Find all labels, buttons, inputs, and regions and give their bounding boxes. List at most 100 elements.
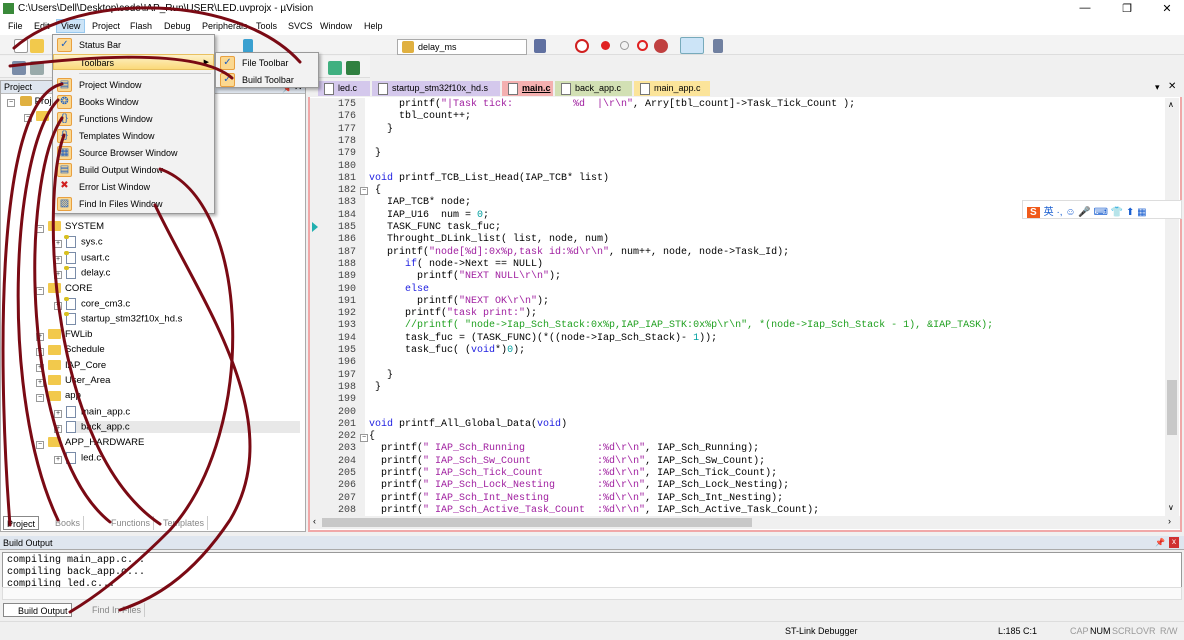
tree-item-file[interactable]: startup_stm32f10x_hd.s <box>64 312 182 326</box>
tree-item-folder[interactable]: CORE <box>48 283 92 294</box>
fold-marker-icon[interactable]: − <box>360 434 368 442</box>
tab-project[interactable]: Project <box>3 516 40 530</box>
code-line[interactable]: if( node->Next == NULL) <box>369 259 543 270</box>
manage-components-icon[interactable] <box>328 61 342 75</box>
code-line[interactable]: printf(" IAP_Sch_Sw_Count :%d\r\n", IAP_… <box>369 456 765 467</box>
code-line[interactable]: { <box>369 431 375 442</box>
code-line[interactable]: } <box>369 148 381 159</box>
view-menu-item-project-window[interactable]: ▤ Project Window <box>53 77 214 93</box>
expand-icon[interactable]: + <box>54 271 62 280</box>
menu-svcs[interactable]: SVCS <box>284 20 317 32</box>
expand-icon[interactable]: + <box>36 363 44 372</box>
code-line[interactable]: printf(" IAP_Sch_Running :%d\r\n", IAP_S… <box>369 443 759 454</box>
view-menu-item-error-list-window[interactable]: ✖ Error List Window <box>53 179 214 195</box>
expand-icon[interactable]: + <box>54 240 62 249</box>
collapse-icon[interactable]: − <box>36 394 44 403</box>
code-line[interactable]: printf("task print:"); <box>369 308 537 319</box>
maximize-button[interactable]: ❐ <box>1112 2 1142 15</box>
collapse-icon[interactable]: − <box>7 99 15 107</box>
settings-wrench-icon[interactable] <box>713 39 723 53</box>
translate-icon[interactable] <box>12 61 26 75</box>
expand-icon[interactable]: + <box>54 425 62 434</box>
new-file-icon[interactable] <box>14 39 28 53</box>
tree-item-file[interactable]: main_app.c <box>66 405 130 418</box>
submenu-item-file-toolbar[interactable]: ✓ File Toolbar <box>216 55 318 71</box>
window-layout-button[interactable] <box>680 37 704 54</box>
code-line[interactable]: } <box>369 370 393 381</box>
editor-tab[interactable]: main_app.c <box>634 81 710 96</box>
code-line[interactable]: printf("node[%d]:0x%p,task id:%d\r\n", n… <box>369 247 789 258</box>
menu-project[interactable]: Project <box>88 20 124 32</box>
code-line[interactable]: //printf( "node->Iap_Sch_Stack:0x%p,IAP_… <box>369 320 993 331</box>
menu-view[interactable]: View <box>56 19 86 33</box>
code-line[interactable]: void printf_TCB_List_Head(IAP_TCB* list) <box>369 173 609 184</box>
tab-templates[interactable]: Templates <box>160 516 209 530</box>
code-line[interactable]: printf(" IAP_Sch_Active_Task_Count :%d\r… <box>369 505 819 516</box>
menu-tools[interactable]: Tools <box>252 20 281 32</box>
code-line[interactable]: void printf_All_Global_Data(void) <box>369 419 567 430</box>
clear-breakpoints-icon[interactable] <box>637 40 648 51</box>
code-line[interactable]: } <box>369 382 381 393</box>
tab-list-icon[interactable]: ▾ <box>1155 82 1160 93</box>
tab-build-output[interactable]: Build Output <box>3 603 72 617</box>
find-icon[interactable] <box>534 39 546 53</box>
code-line[interactable]: printf("NEXT OK\r\n"); <box>369 296 549 307</box>
expand-icon[interactable]: + <box>54 409 62 418</box>
pack-installer-icon[interactable] <box>346 61 360 75</box>
view-menu-item-toolbars[interactable]: Toolbars ▶ <box>53 54 214 70</box>
menu-edit[interactable]: Edit <box>30 20 54 32</box>
tree-item-file[interactable]: usart.c <box>64 250 110 264</box>
expand-icon[interactable]: + <box>36 379 44 387</box>
breakpoint-icon[interactable] <box>601 41 610 50</box>
menu-file[interactable]: File <box>4 20 27 32</box>
code-line[interactable]: task_fuc( (void*)0); <box>369 345 525 356</box>
pin-icon[interactable]: 📌 <box>1155 538 1165 547</box>
view-menu-item-templates-window[interactable]: {} Templates Window <box>53 128 214 144</box>
menu-flash[interactable]: Flash <box>126 20 156 32</box>
code-line[interactable]: printf("NEXT NULL\r\n"); <box>369 271 561 282</box>
collapse-icon[interactable]: − <box>36 440 44 449</box>
tree-item-folder[interactable]: Schedule <box>48 344 105 355</box>
fold-marker-icon[interactable]: − <box>360 187 368 195</box>
expand-icon[interactable]: + <box>54 302 62 310</box>
collapse-icon[interactable]: − <box>36 286 44 295</box>
kill-breakpoints-icon[interactable] <box>654 39 668 53</box>
close-panel-icon[interactable]: x <box>1169 537 1179 548</box>
ime-options[interactable]: 英 ·, ☺ 🎤 ⌨ 👕 ⬆ ▦ <box>1044 207 1147 218</box>
code-line[interactable]: { <box>369 185 381 196</box>
build-icon[interactable] <box>30 61 44 75</box>
code-line[interactable]: IAP_U16 num = 0; <box>369 210 489 221</box>
editor-tab[interactable]: startup_stm32f10x_hd.s <box>372 81 500 96</box>
view-menu-item-find-in-files-window[interactable]: ▨ Find In Files Window <box>53 196 214 212</box>
menu-debug[interactable]: Debug <box>160 20 195 32</box>
code-line[interactable]: else <box>369 284 429 295</box>
tree-item-folder[interactable]: FWLib <box>48 329 92 340</box>
minimize-button[interactable]: — <box>1070 2 1100 14</box>
code-line[interactable]: printf(" IAP_Sch_Tick_Count :%d\r\n", IA… <box>369 468 777 479</box>
tree-item-folder[interactable]: User_Area <box>48 375 110 386</box>
code-line[interactable]: tbl_count++; <box>369 111 471 122</box>
collapse-icon[interactable]: − <box>24 114 32 122</box>
expand-icon[interactable]: + <box>54 255 62 264</box>
tree-item-file[interactable]: sys.c <box>64 235 103 249</box>
view-menu-item-status-bar[interactable]: ✓ Status Bar <box>53 37 214 53</box>
menu-peripherals[interactable]: Peripherals <box>198 20 252 32</box>
code-line[interactable]: TASK_FUNC task_fuc; <box>369 222 501 233</box>
code-line[interactable]: } <box>369 124 393 135</box>
find-combo[interactable]: delay_ms <box>397 39 527 55</box>
code-line[interactable]: printf("|Task tick: %d |\r\n", Arry[tbl_… <box>369 99 855 110</box>
code-line[interactable]: printf(" IAP_Sch_Int_Nesting :%d\r\n", I… <box>369 493 783 504</box>
editor-vertical-scrollbar[interactable]: ∧ ∨ <box>1165 98 1179 516</box>
tree-item-file[interactable]: core_cm3.c <box>64 297 130 310</box>
disable-breakpoint-icon[interactable] <box>620 41 629 50</box>
tree-item-file[interactable]: back_app.c <box>66 421 300 434</box>
editor-horizontal-scrollbar[interactable]: ‹ › <box>310 516 1180 529</box>
ime-toolbar[interactable]: S 英 ·, ☺ 🎤 ⌨ 👕 ⬆ ▦ <box>1022 200 1182 219</box>
view-menu-item-build-output-window[interactable]: ▤ Build Output Window <box>53 162 214 178</box>
view-menu-item-books-window[interactable]: ❂ Books Window <box>53 94 214 110</box>
menu-help[interactable]: Help <box>360 20 387 32</box>
expand-icon[interactable]: + <box>36 332 44 341</box>
tree-item-folder[interactable]: APP_HARDWARE <box>48 437 144 448</box>
bookmark-icon[interactable] <box>243 39 253 53</box>
tab-books[interactable]: Books <box>52 516 85 530</box>
